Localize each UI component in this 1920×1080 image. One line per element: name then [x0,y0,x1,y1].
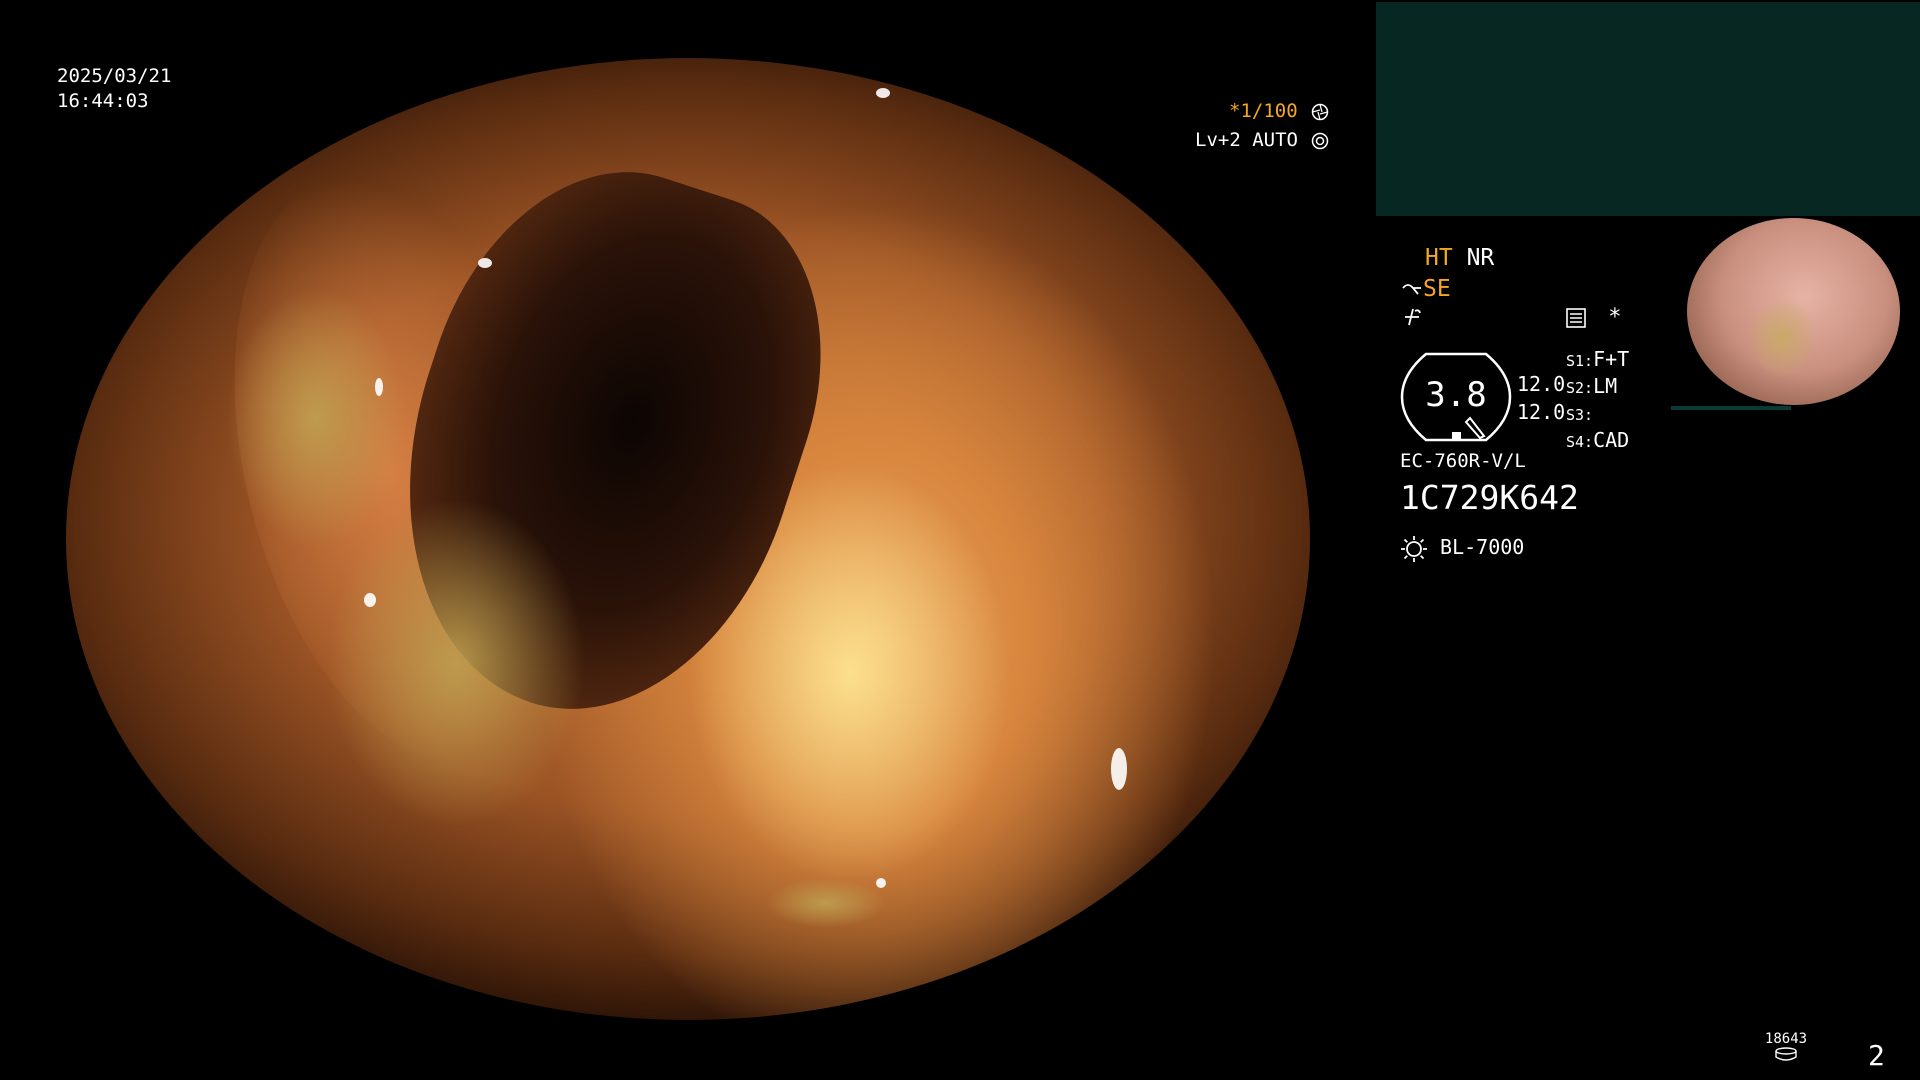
timestamp: 2025/03/21 16:44:03 [57,64,171,114]
mode-row-ht-nr: HT NR [1425,244,1494,272]
setting-row: S4:CAD [1566,428,1630,452]
light-reflection [375,378,383,396]
values-column: 12.0 12.0 [1517,370,1565,426]
menu-icons: * [1565,306,1622,330]
aperture-icon [1311,103,1329,120]
light-reflection [876,878,886,888]
scope-model: EC-760R-V/L [1400,450,1526,472]
settings-column: S1:F+T S2:LM S3: S4:CAD [1566,347,1629,455]
auto-iris-icon [1312,132,1329,149]
light-source: BL-7000 [1400,533,1524,563]
light-reflection [876,88,890,98]
residue-area [326,498,586,828]
time-label: 16:44:03 [57,90,149,112]
storage-icon [1775,1047,1797,1061]
endoscope-view [66,58,1310,1020]
image-counter: 18643 [1764,1031,1808,1065]
residue-area [226,288,406,548]
light-source-label: BL-7000 [1440,535,1525,559]
thumbnail-preview [1671,218,1919,414]
residue-area [766,878,886,928]
value-item: 12.0 [1517,372,1566,396]
thumbnail-image [1687,218,1900,405]
menu-list-icon [1566,308,1586,328]
mode-row-se: SE [1401,275,1451,303]
asterisk-indicator: * [1608,305,1622,330]
secondary-display-panel [1376,2,1920,216]
setting-row: S1:F+T [1566,347,1630,371]
thumbnail-bar [1671,406,1791,410]
mode-row-edge [1401,305,1423,334]
setting-row: S3: [1566,406,1594,424]
se-mode: SE [1423,276,1451,302]
scope-serial: 1C729K642 [1400,478,1579,517]
edge-enhance-icon [1405,308,1421,326]
date-label: 2025/03/21 [57,65,172,87]
structure-enhance-icon [1402,283,1421,295]
setting-row: S2:LM [1566,374,1618,398]
light-reflection [364,593,376,607]
page-number: 2 [1868,1039,1885,1072]
gauge-value: 3.8 [1425,375,1487,415]
value-item: 12.0 [1517,400,1566,424]
shutter-row: *1/100 [1229,99,1329,123]
shutter-speed: *1/100 [1229,100,1298,122]
light-reflection [1111,748,1127,790]
counter-value: 18643 [1764,1031,1808,1047]
ht-mode: HT [1425,245,1453,271]
thumbnail-residue [1747,298,1817,378]
brightness-level: Lv+2 AUTO [1195,129,1298,151]
level-row: Lv+2 AUTO [1195,128,1329,152]
nr-mode: NR [1466,245,1495,271]
light-source-icon [1401,535,1427,562]
light-reflection [478,258,492,268]
